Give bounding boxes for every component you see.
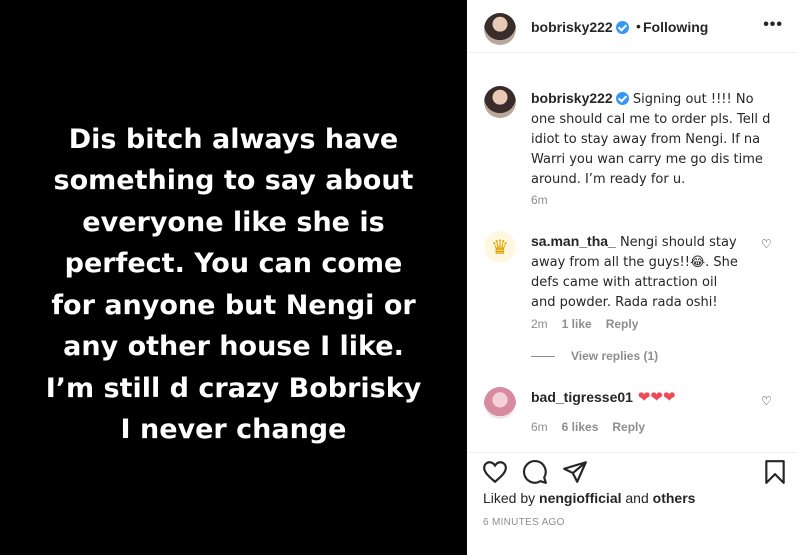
more-options-icon[interactable]: ••• [763, 16, 783, 34]
author-avatar[interactable] [484, 13, 516, 45]
post-image: Dis bitch always have something to say a… [0, 0, 467, 555]
comment-meta: 6m 6 likes Reply [531, 420, 645, 434]
commenter-avatar[interactable] [484, 387, 516, 419]
commenter-avatar[interactable]: ♛ [484, 231, 516, 263]
post-timestamp[interactable]: 6 MINUTES AGO [483, 517, 565, 528]
comment-username[interactable]: bad_tigresse01 [531, 389, 633, 405]
share-icon[interactable] [562, 459, 588, 485]
following-button[interactable]: Following [643, 19, 708, 35]
liked-by-user[interactable]: nengiofficial [539, 490, 621, 506]
verified-badge-icon [615, 21, 629, 34]
caption-avatar[interactable] [484, 86, 516, 118]
verified-badge-icon [615, 92, 629, 105]
post-image-text: Dis bitch always have something to say a… [45, 123, 422, 446]
comment-username[interactable]: sa.man_tha_ [531, 233, 616, 249]
comment-meta: 2m 1 like Reply [531, 317, 638, 331]
comment-icon[interactable] [522, 459, 548, 485]
comment-time[interactable]: 2m [531, 317, 548, 331]
post-header: bobrisky222 • Following ••• [467, 0, 797, 53]
post-actions: Liked by nengiofficial and others 6 MINU… [467, 452, 797, 555]
post-sidebar: bobrisky222 • Following ••• bobrisky222 … [467, 0, 797, 555]
comment-like-heart-icon[interactable]: ♡ [761, 394, 773, 408]
comment-text: bad_tigresse01 ❤❤❤ [531, 388, 676, 406]
caption-username[interactable]: bobrisky222 [531, 90, 613, 106]
heart-icon[interactable] [482, 459, 508, 485]
reply-button[interactable]: Reply [606, 317, 639, 331]
comment-likes[interactable]: 1 like [562, 317, 592, 331]
author-username[interactable]: bobrisky222 [531, 19, 629, 35]
comment-time[interactable]: 6m [531, 420, 548, 434]
bookmark-icon[interactable] [762, 459, 788, 485]
caption-text: bobrisky222 Signing out !!!! No one shou… [531, 90, 771, 187]
comment-text: sa.man_tha_ Nengi should stay away from … [531, 233, 738, 310]
header-separator: • [636, 18, 641, 34]
reply-button[interactable]: Reply [612, 420, 645, 434]
liked-by-text: Liked by nengiofficial and others [483, 490, 696, 506]
comment-likes[interactable]: 6 likes [562, 420, 599, 434]
view-replies-button[interactable]: View replies (1) [531, 349, 658, 363]
likes-others-link[interactable]: others [653, 490, 696, 506]
comment-like-heart-icon[interactable]: ♡ [761, 237, 773, 251]
caption-time[interactable]: 6m [531, 193, 548, 207]
replies-divider [531, 355, 555, 357]
